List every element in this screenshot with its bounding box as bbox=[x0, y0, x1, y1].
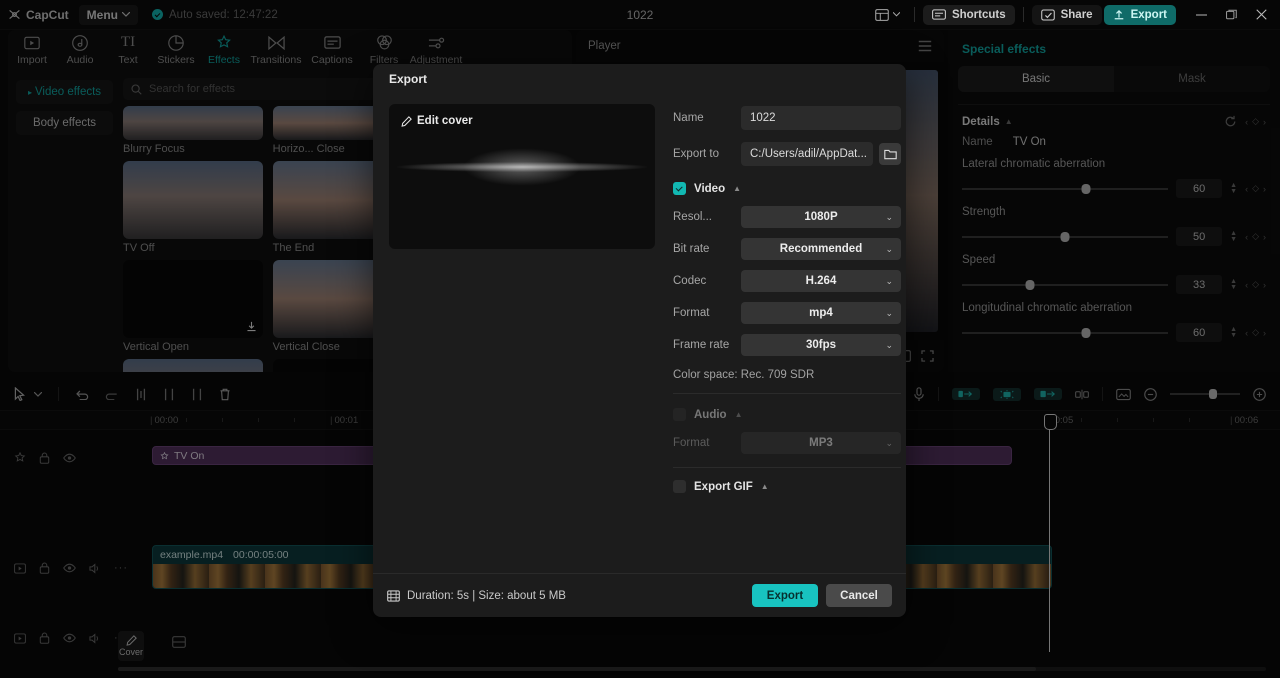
video-section-label: Video bbox=[694, 182, 726, 195]
divider bbox=[1022, 7, 1024, 22]
chevron-down-icon: ⌄ bbox=[885, 307, 893, 318]
bitrate-select[interactable]: Recommended ⌄ bbox=[741, 238, 901, 260]
format-select[interactable]: mp4 ⌄ bbox=[741, 302, 901, 324]
resolution-select[interactable]: 1080P ⌄ bbox=[741, 206, 901, 228]
dialog-title: Export bbox=[389, 72, 428, 86]
audio-checkbox[interactable] bbox=[673, 408, 686, 421]
titlebar-actions: Shortcuts Share Export bbox=[869, 0, 1280, 30]
codec-label: Codec bbox=[673, 275, 707, 287]
codec-value: H.264 bbox=[805, 275, 837, 287]
audio-format-row: Format MP3 ⌄ bbox=[673, 431, 901, 455]
duration-info: Duration: 5s | Size: about 5 MB bbox=[387, 590, 566, 602]
bitrate-row: Bit rate Recommended ⌄ bbox=[673, 237, 901, 261]
window-controls bbox=[1186, 0, 1276, 30]
divider bbox=[673, 393, 901, 394]
keyboard-icon bbox=[932, 9, 946, 20]
cover-image-core bbox=[463, 147, 581, 186]
resolution-row: Resol... 1080P ⌄ bbox=[673, 205, 901, 229]
capcut-window: CapCut Menu Auto saved: 12:47:22 1022 Sh… bbox=[0, 0, 1280, 678]
bitrate-value: Recommended bbox=[779, 243, 863, 255]
dialog-body: Edit cover Name 1022 Export to C:/Users/… bbox=[373, 94, 906, 573]
export-button-titlebar[interactable]: Export bbox=[1103, 4, 1176, 25]
chevron-down-icon: ⌄ bbox=[885, 437, 893, 448]
cover-preview[interactable]: Edit cover bbox=[389, 104, 655, 249]
shortcuts-label: Shortcuts bbox=[951, 8, 1006, 21]
framerate-select[interactable]: 30fps ⌄ bbox=[741, 334, 901, 356]
chevron-down-icon: ⌄ bbox=[885, 243, 893, 254]
framerate-label: Frame rate bbox=[673, 339, 730, 351]
divider bbox=[913, 7, 915, 22]
audio-format-select[interactable]: MP3 ⌄ bbox=[741, 432, 901, 454]
export-to-row: Export to C:/Users/adil/AppDat... bbox=[673, 140, 901, 168]
export-to-label: Export to bbox=[673, 148, 720, 160]
edit-pencil-icon bbox=[401, 115, 412, 127]
chevron-up-icon[interactable]: ▲ bbox=[735, 410, 743, 419]
dialog-cancel-button[interactable]: Cancel bbox=[826, 584, 892, 607]
video-checkbox[interactable] bbox=[673, 182, 686, 195]
framerate-row: Frame rate 30fps ⌄ bbox=[673, 333, 901, 357]
color-space-text: Color space: Rec. 709 SDR bbox=[673, 369, 815, 381]
chevron-up-icon[interactable]: ▲ bbox=[761, 482, 769, 491]
browse-folder-button[interactable] bbox=[879, 143, 901, 165]
audio-section-label: Audio bbox=[694, 408, 727, 421]
export-dialog: Export Edit cover Name 1022 Export to C:… bbox=[373, 64, 906, 617]
dialog-title-bar: Export bbox=[373, 64, 906, 94]
name-row: Name 1022 bbox=[673, 104, 901, 132]
video-section-header: Video ▲ bbox=[673, 182, 901, 195]
format-row: Format mp4 ⌄ bbox=[673, 301, 901, 325]
minimize-button[interactable] bbox=[1186, 0, 1216, 30]
edit-cover-label: Edit cover bbox=[417, 115, 473, 127]
audio-format-value: MP3 bbox=[809, 437, 833, 449]
chevron-up-icon[interactable]: ▲ bbox=[733, 184, 741, 193]
resolution-value: 1080P bbox=[804, 211, 838, 223]
name-input[interactable]: 1022 bbox=[741, 106, 901, 130]
name-label: Name bbox=[673, 112, 704, 124]
chevron-down-icon: ⌄ bbox=[885, 339, 893, 350]
layout-switcher-button[interactable] bbox=[869, 8, 906, 21]
dialog-export-button[interactable]: Export bbox=[752, 584, 818, 607]
export-gif-row: Export GIF ▲ bbox=[673, 480, 901, 493]
upload-icon bbox=[1113, 9, 1125, 21]
codec-select[interactable]: H.264 ⌄ bbox=[741, 270, 901, 292]
format-value: mp4 bbox=[809, 307, 833, 319]
export-gif-checkbox[interactable] bbox=[673, 480, 686, 493]
maximize-button[interactable] bbox=[1216, 0, 1246, 30]
format-label: Format bbox=[673, 307, 710, 319]
duration-text: Duration: 5s | Size: about 5 MB bbox=[407, 589, 566, 602]
edit-cover-button[interactable]: Edit cover bbox=[401, 115, 473, 127]
export-gif-label: Export GIF bbox=[694, 480, 753, 493]
export-form: Name 1022 Export to C:/Users/adil/AppDat… bbox=[673, 104, 906, 573]
resolution-label: Resol... bbox=[673, 211, 712, 223]
export-label: Export bbox=[1130, 8, 1167, 21]
chevron-down-icon: ⌄ bbox=[885, 275, 893, 286]
share-label: Share bbox=[1060, 8, 1093, 21]
share-button[interactable]: Share bbox=[1031, 4, 1102, 25]
share-icon bbox=[1040, 9, 1055, 21]
dialog-footer: Duration: 5s | Size: about 5 MB Export C… bbox=[373, 573, 906, 617]
audio-format-label: Format bbox=[673, 437, 710, 449]
export-to-input[interactable]: C:/Users/adil/AppDat... bbox=[741, 142, 873, 166]
close-button[interactable] bbox=[1246, 0, 1276, 30]
divider bbox=[673, 467, 901, 468]
shortcuts-button[interactable]: Shortcuts bbox=[922, 4, 1015, 25]
codec-row: Codec H.264 ⌄ bbox=[673, 269, 901, 293]
dialog-actions: Export Cancel bbox=[752, 584, 892, 607]
film-icon bbox=[387, 589, 400, 602]
bitrate-label: Bit rate bbox=[673, 243, 710, 255]
framerate-value: 30fps bbox=[805, 339, 837, 351]
audio-section-header: Audio ▲ bbox=[673, 408, 901, 421]
chevron-down-icon: ⌄ bbox=[885, 211, 893, 222]
